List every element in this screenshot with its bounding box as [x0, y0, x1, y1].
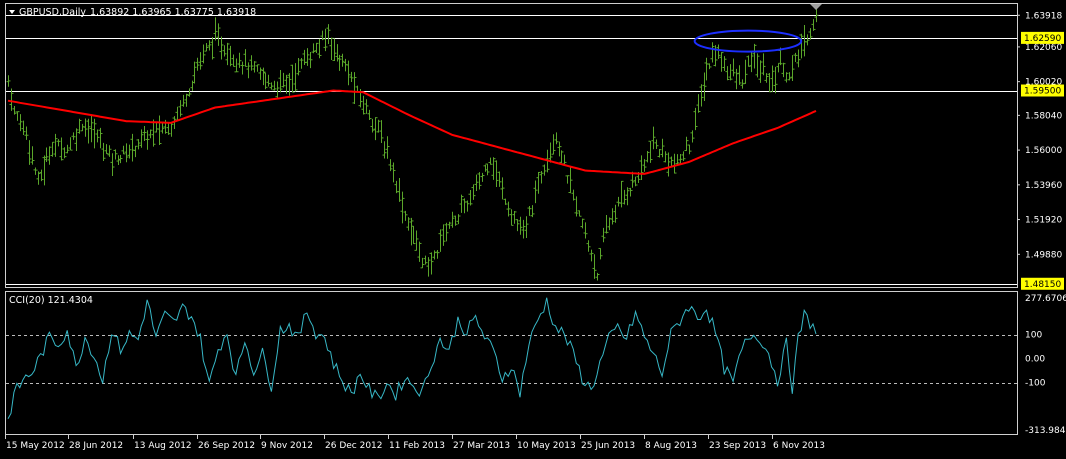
cci-tick-label: 100	[1025, 331, 1042, 341]
cci-tick-label: -313.9847	[1025, 426, 1066, 436]
time-tick-label: 26 Sep 2012	[198, 441, 255, 451]
time-tick-label: 13 Aug 2012	[134, 441, 192, 451]
time-tick-label: 6 Nov 2013	[773, 441, 825, 451]
chart-canvas[interactable]: 1.639181.620601.600201.580401.560001.539…	[0, 0, 1066, 455]
price-tick-label: 1.63918	[1025, 11, 1062, 21]
price-tick-label: 1.49880	[1025, 250, 1062, 260]
time-tick-label: 11 Feb 2013	[389, 441, 445, 451]
cci-tick-label: 0.00	[1025, 355, 1045, 365]
price-tick-label: 1.58040	[1025, 111, 1062, 121]
time-tick-label: 26 Dec 2012	[325, 441, 383, 451]
time-tick-label: 23 Sep 2013	[709, 441, 766, 451]
ohlc-values: 1.63892 1.63965 1.63775 1.63918	[90, 7, 256, 18]
time-tick-label: 27 Mar 2013	[453, 441, 510, 451]
time-tick-label: 25 Jun 2013	[581, 441, 635, 451]
chart-background	[0, 0, 1066, 455]
time-tick-label: 10 May 2013	[517, 441, 576, 451]
time-tick-label: 8 Aug 2013	[645, 441, 697, 451]
price-level-label: 1.48150	[1024, 280, 1061, 290]
price-tick-label: 1.51920	[1025, 216, 1062, 226]
price-tick-label: 1.53960	[1025, 181, 1062, 191]
cci-tick-label: 277.6706	[1025, 294, 1066, 304]
time-tick-label: 9 Nov 2012	[261, 441, 313, 451]
chart-window[interactable]: 1.63918 1.62060 1.60020 1.58040 1.56000 1.539…	[0, 0, 1066, 455]
cci-tick-label: -100	[1025, 379, 1046, 389]
price-tick-label: 1.62060	[1025, 43, 1062, 53]
time-tick-label: 15 May 2012	[6, 441, 65, 451]
price-level-label: 1.62590	[1024, 34, 1061, 44]
symbol-label: GBPUSD,Daily	[19, 7, 86, 18]
price-level-label: 1.59500	[1024, 87, 1061, 97]
time-tick-label: 28 Jun 2012	[69, 441, 123, 451]
cci-label: CCI(20) 121.4304	[9, 295, 93, 306]
price-tick-label: 1.56000	[1025, 146, 1062, 156]
